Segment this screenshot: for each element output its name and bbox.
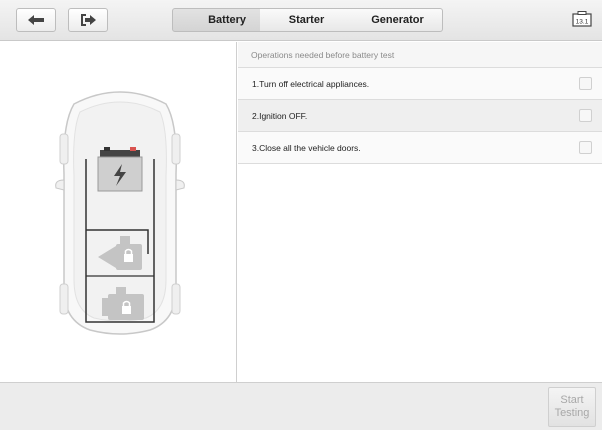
car-outline-icon (55, 91, 185, 335)
tab-starter[interactable]: Starter (260, 8, 354, 32)
operation-item[interactable]: 1.Turn off electrical appliances. (238, 68, 602, 100)
operation-item-label: 1.Turn off electrical appliances. (252, 78, 370, 89)
operation-checkbox[interactable] (579, 141, 592, 154)
operation-item[interactable]: 2.Ignition OFF. (238, 100, 602, 132)
bottom-action-bar: Start Testing (0, 382, 602, 430)
tab-starter-label: Starter (288, 14, 325, 26)
start-testing-button[interactable]: Start Testing (548, 387, 596, 427)
tab-generator-label: Generator (371, 14, 424, 26)
back-button[interactable] (16, 8, 56, 32)
operations-panel: Operations needed before battery test 1.… (238, 42, 602, 382)
version-badge-text: 13.1 (576, 19, 589, 26)
lock-icon (124, 254, 133, 262)
vehicle-diagram (54, 84, 186, 336)
lock-icon (122, 306, 131, 314)
version-badge-icon[interactable]: 13.1 (572, 11, 592, 27)
battery-icon (97, 147, 143, 192)
operation-item-label: 2.Ignition OFF. (252, 110, 308, 121)
operation-checkbox[interactable] (579, 77, 592, 90)
tab-battery[interactable]: Battery (172, 8, 261, 32)
start-testing-label-line1: Start (560, 394, 584, 406)
tab-battery-label: Battery (208, 14, 246, 26)
exit-icon (81, 14, 96, 26)
vehicle-diagram-panel (0, 42, 237, 382)
back-arrow-icon (28, 15, 44, 25)
top-toolbar: Battery Starter Generator 13.1 (0, 0, 602, 41)
operation-item[interactable]: 3.Close all the vehicle doors. (238, 132, 602, 164)
operation-checkbox[interactable] (579, 109, 592, 122)
start-testing-label-line2: Testing (554, 407, 590, 419)
operations-header: Operations needed before battery test (238, 42, 602, 68)
exit-button[interactable] (68, 8, 108, 32)
tab-generator[interactable]: Generator (353, 8, 443, 32)
operation-item-label: 3.Close all the vehicle doors. (252, 142, 361, 153)
